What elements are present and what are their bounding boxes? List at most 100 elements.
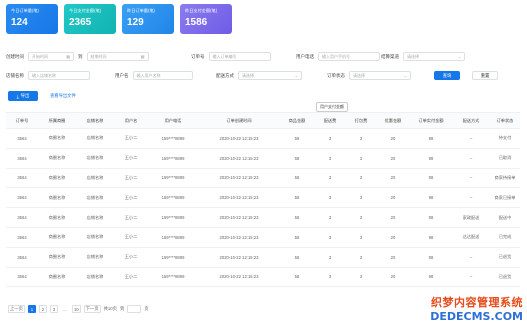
table-cell: 商家待接单 (490, 168, 520, 189)
table-cell: 20 (376, 267, 410, 288)
table-cell: 98 (410, 187, 452, 209)
shop-name-label: 店铺名称 (6, 72, 24, 78)
table-row[interactable]: 3564 商圈名称 店铺名称 王小二 159****8899 2020-10-22 12:… (6, 207, 520, 228)
channel-select[interactable]: 请选择 ⌄ (403, 52, 465, 61)
table-row[interactable]: 3564 商圈名称 店铺名称 王小二 159****8899 2020-10-22 12:… (6, 267, 520, 288)
export-records-link[interactable]: 查看导出文件 (50, 93, 76, 99)
end-time-placeholder: 结束时间 (90, 53, 107, 59)
table-row[interactable]: 3564 商圈名称 店铺名称 王小二 159****8899 2020-10-22 12:… (6, 148, 520, 169)
page-1-button[interactable]: 1 (27, 305, 36, 313)
table-row[interactable]: 3564 商圈名称 店铺名称 王小二 159****8899 2020-10-22 12:… (6, 227, 520, 248)
table-cell: 3 (346, 267, 376, 288)
chevron-down-icon: ⌄ (403, 73, 407, 78)
calendar-icon: ▦ (140, 54, 145, 59)
export-label: 导出 (20, 93, 30, 98)
column-header: 配送方式 (452, 112, 490, 129)
table-cell: 王小二 (114, 168, 148, 189)
table-cell: 159****8899 (148, 267, 198, 288)
reset-button[interactable]: 重置 (472, 71, 498, 80)
table-cell: 3 (346, 168, 376, 189)
table-row[interactable]: 3564 商圈名称 店铺名称 王小二 159****8899 2020-10-22 12:… (6, 247, 520, 268)
table-cell: 159****8899 (148, 168, 198, 189)
table-cell: -- (452, 247, 490, 268)
table-cell: 待支付 (490, 128, 520, 149)
page-2-button[interactable]: 2 (38, 305, 47, 313)
export-button[interactable]: ⤓ 导出 (8, 91, 38, 101)
table-cell: 店铺名称 (76, 247, 114, 268)
table-cell: 已退货 (490, 267, 520, 288)
table-cell: 20 (376, 227, 410, 248)
table-row[interactable]: 3564 商圈名称 店铺名称 王小二 159****8899 2020-10-22 12:… (6, 168, 520, 189)
table-cell: 2020-10-22 12:15:23 (198, 207, 280, 228)
table-cell: 店铺名称 (76, 128, 114, 149)
table-cell: 58 (280, 187, 314, 209)
delivery-label: 配送方式 (216, 72, 234, 78)
table-cell: 98 (410, 227, 452, 248)
stat-card-today-orders: 今日订单量(笔) 124 (6, 4, 58, 34)
table-cell: 王小二 (114, 187, 148, 209)
table-cell: 3564 (6, 227, 38, 248)
column-tooltip: 用户支付金额 (316, 102, 348, 112)
order-no-label: 订单号 (191, 53, 205, 59)
stat-card-yesterday-payment: 昨日支付金额(笔) 1586 (180, 4, 232, 34)
prev-page-button[interactable]: 上一页 (8, 305, 25, 313)
table-cell: 2020-10-22 12:15:23 (198, 128, 280, 149)
start-time-input[interactable]: 开始时间 ▦ (28, 52, 74, 61)
table-row[interactable]: 3564 商圈名称 店铺名称 王小二 159****8899 2020-10-22 12:… (6, 187, 520, 209)
table-cell: 159****8899 (148, 247, 198, 268)
delivery-select[interactable]: 请选择 ⌄ (238, 71, 302, 80)
total-pages: 共10页 (103, 306, 117, 311)
page-10-button[interactable]: 10 (71, 305, 81, 313)
table-cell: 商圈名称 (38, 128, 76, 149)
table-cell: 98 (410, 247, 452, 268)
channel-placeholder: 请选择 (407, 53, 419, 59)
next-page-button[interactable]: 下一页 (83, 305, 101, 313)
table-cell: 58 (280, 207, 314, 228)
table-cell: 王小二 (114, 128, 148, 149)
watermark-line-1: 织梦内容管理系统 (431, 297, 523, 309)
channel-label: 结算渠道 (381, 53, 399, 59)
start-time-placeholder: 开始时间 (32, 53, 48, 59)
table-cell: 3 (346, 187, 376, 209)
end-time-input[interactable]: 结束时间 ▦ (86, 52, 149, 61)
column-header: 订单创建时间 (198, 112, 280, 129)
order-no-input[interactable]: 输入订单编号 (208, 52, 271, 61)
created-time-label: 创建时间 (6, 53, 24, 59)
table-cell: 已取消 (490, 148, 520, 169)
goto-page-input[interactable] (127, 305, 142, 313)
page-3-button[interactable]: 3 (49, 305, 58, 313)
stat-value: 129 (127, 17, 144, 28)
table-cell: 配送中 (490, 207, 520, 228)
table-cell: 159****8899 (148, 207, 198, 228)
stat-value: 124 (11, 17, 28, 28)
table-cell: 159****8899 (148, 187, 198, 209)
table-cell: 58 (280, 267, 314, 288)
table-cell: 店铺名称 (76, 227, 114, 248)
table-row[interactable]: 3564 商圈名称 店铺名称 王小二 159****8899 2020-10-22 12:… (6, 128, 520, 149)
table-cell: 达达配送 (452, 227, 490, 248)
table-cell: -- (452, 148, 490, 169)
column-header: 打包费 (346, 112, 376, 129)
stats-row: 今日订单量(笔) 124 今日支付金额(笔) 2365 昨日订单量(笔) 129… (6, 4, 232, 34)
username-input[interactable]: 输入用户名称 (132, 71, 193, 80)
table-cell: 王小二 (114, 148, 148, 169)
order-no-placeholder: 输入订单编号 (212, 53, 237, 59)
table-cell: 店铺名称 (76, 187, 114, 209)
order-status-select[interactable]: 请选择 ⌄ (349, 71, 411, 80)
user-phone-placeholder: 输入用户手机号 (322, 53, 350, 59)
column-header: 优惠金额 (376, 112, 410, 129)
table-cell: 2020-10-22 12:15:23 (198, 247, 280, 268)
shop-name-input[interactable]: 输入店铺名称 (28, 71, 90, 80)
search-button[interactable]: 查询 (434, 71, 460, 80)
table-cell: 20 (376, 168, 410, 189)
column-header: 订单号 (6, 112, 38, 129)
watermark-line-2: DEDECMS.COM (430, 310, 523, 323)
table-cell: 2020-10-22 12:15:23 (198, 187, 280, 209)
user-phone-input[interactable]: 输入用户手机号 (318, 52, 380, 61)
table-cell: 王小二 (114, 207, 148, 228)
calendar-icon: ▦ (66, 54, 70, 59)
table-cell: 3564 (6, 267, 38, 288)
stat-label: 今日订单量(笔) (11, 8, 39, 13)
table-cell: 3564 (6, 207, 38, 228)
watermark: 织梦内容管理系统 DEDECMS.COM (430, 294, 523, 323)
